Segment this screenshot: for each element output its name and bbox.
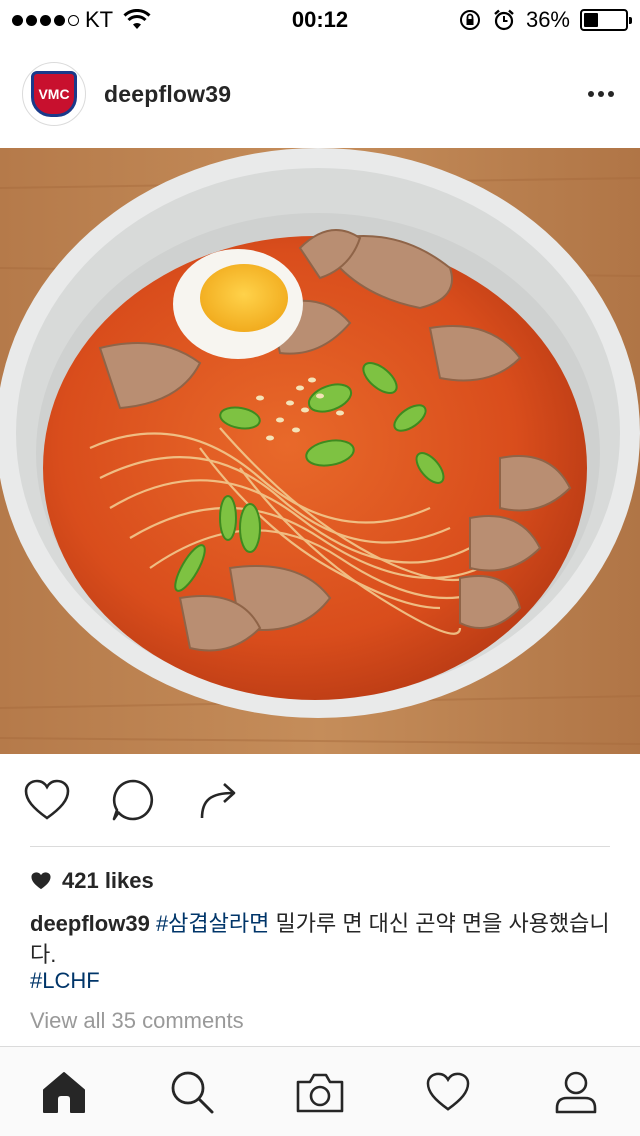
search-icon — [171, 1071, 214, 1113]
share-icon — [200, 783, 236, 819]
profile-icon — [555, 1071, 597, 1113]
tab-camera[interactable] — [290, 1062, 350, 1122]
caption-hashtag[interactable]: #삼겹살라면 — [156, 911, 269, 936]
heart-outline-icon — [24, 779, 70, 820]
post-actions — [0, 754, 640, 846]
post-caption: deepflow39 #삼겹살라면 밀가루 면 대신 곤약 면을 사용했습니다. — [30, 908, 610, 970]
camera-icon — [296, 1073, 344, 1112]
tab-home[interactable] — [34, 1062, 94, 1122]
comment-button[interactable] — [108, 775, 158, 825]
battery-icon — [580, 9, 632, 31]
tab-activity[interactable] — [418, 1062, 478, 1122]
ramen-bowl-photo — [0, 148, 640, 754]
avatar[interactable]: VMC — [22, 62, 86, 126]
likes-label: 421 likes — [62, 868, 154, 893]
caption-username[interactable]: deepflow39 — [30, 911, 150, 936]
comment-icon — [112, 779, 154, 821]
status-bar: KT 00:12 36% — [0, 0, 640, 40]
bottom-tab-bar — [0, 1046, 640, 1136]
caption-hashtag-lchf[interactable]: #LCHF — [30, 968, 100, 994]
more-icon — [588, 91, 594, 97]
carrier-name: KT — [85, 7, 114, 32]
post-header: VMC deepflow39 — [0, 40, 640, 148]
tab-profile[interactable] — [546, 1062, 606, 1122]
view-all-comments-link[interactable]: View all 35 comments — [30, 1008, 244, 1034]
share-button[interactable] — [194, 775, 244, 825]
wifi-icon — [123, 9, 151, 29]
battery-percent: 36% — [525, 7, 570, 32]
actions-divider — [30, 846, 610, 847]
orientation-lock-icon — [459, 10, 480, 30]
more-options-button[interactable] — [584, 81, 618, 107]
likes-count[interactable]: 421 likes — [30, 868, 154, 894]
alarm-icon — [494, 9, 514, 31]
signal-strength-icon — [12, 14, 79, 26]
heart-filled-icon — [31, 872, 51, 890]
post-username[interactable]: deepflow39 — [104, 81, 231, 108]
avatar-logo: VMC — [31, 71, 77, 117]
tab-search[interactable] — [162, 1062, 222, 1122]
home-icon — [43, 1071, 85, 1113]
like-button[interactable] — [22, 775, 72, 825]
heart-outline-icon — [426, 1072, 470, 1111]
post-photo[interactable] — [0, 148, 640, 754]
